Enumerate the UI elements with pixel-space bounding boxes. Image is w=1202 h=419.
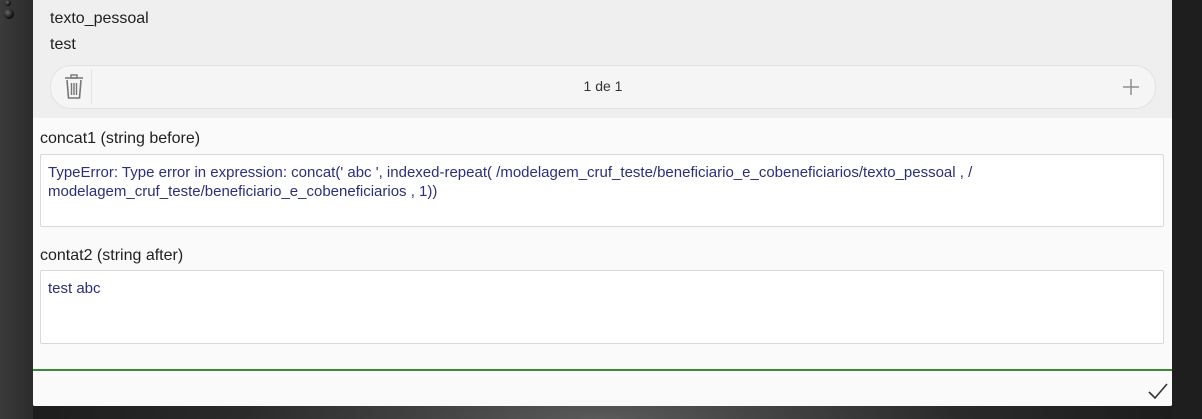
left-edge (0, 0, 33, 419)
edge-dot (4, 9, 14, 19)
form-panel: texto_pessoal test 1 de 1 concat1 (strin… (33, 0, 1172, 406)
texto-pessoal-label: texto_pessoal (50, 10, 149, 27)
repeat-nav-bar: 1 de 1 (50, 65, 1156, 109)
repeat-page-indicator: 1 de 1 (583, 78, 623, 94)
edge-dot (5, 0, 11, 6)
repeat-group: texto_pessoal test 1 de 1 (33, 0, 1172, 118)
concat1-label: concat1 (string before) (40, 130, 201, 147)
right-edge (1172, 0, 1202, 419)
add-repeat-button[interactable] (1117, 72, 1145, 102)
form-footer (33, 371, 1172, 406)
concat1-field: TypeError: Type error in expression: con… (40, 154, 1164, 227)
contat2-label: contat2 (string after) (40, 247, 184, 264)
submit-button[interactable] (1146, 379, 1170, 403)
contat2-field: test abc (40, 270, 1164, 344)
plus-icon (1123, 79, 1139, 95)
texto-pessoal-value: test (50, 36, 76, 53)
checkmark-icon (1148, 383, 1168, 400)
